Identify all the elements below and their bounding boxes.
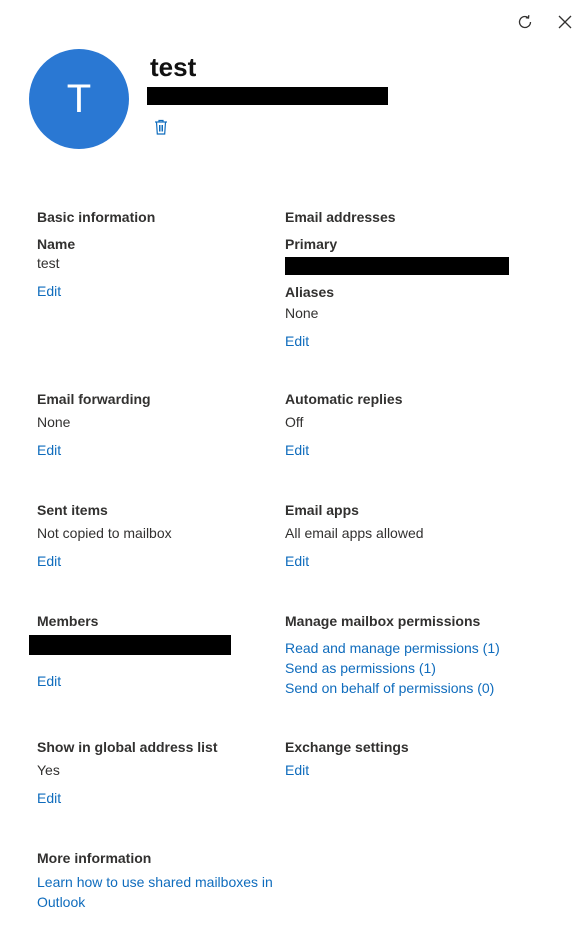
exchange-settings-section: Exchange settings Edit [285, 738, 535, 780]
section-heading: More information [37, 850, 152, 866]
learn-shared-mailboxes-link[interactable]: Learn how to use shared mailboxes in Out… [37, 872, 282, 912]
edit-email-addresses-link[interactable]: Edit [285, 331, 535, 351]
edit-exchange-settings-link[interactable]: Edit [285, 760, 535, 780]
email-addresses-section: Email addresses Primary [285, 208, 535, 253]
email-apps-section: Email apps All email apps allowed Edit [285, 501, 535, 571]
edit-global-address-list-link[interactable]: Edit [37, 788, 287, 808]
edit-automatic-replies-link[interactable]: Edit [285, 440, 535, 460]
aliases-value: None [285, 305, 319, 321]
section-heading: Email addresses [285, 209, 396, 225]
page-title: test [150, 52, 197, 82]
section-heading: Email apps [285, 502, 359, 518]
send-on-behalf-permissions-link[interactable]: Send on behalf of permissions (0) [285, 678, 555, 698]
avatar-initial: T [66, 76, 92, 121]
trash-icon[interactable] [152, 118, 170, 136]
members-section: Members [37, 612, 287, 630]
edit-sent-items-link[interactable]: Edit [37, 551, 287, 571]
email-forwarding-section: Email forwarding None Edit [37, 390, 287, 460]
basic-information-section: Basic information Name test Edit [37, 208, 287, 301]
sent-items-value: Not copied to mailbox [37, 525, 172, 541]
aliases-block: Aliases None Edit [285, 283, 535, 351]
section-heading: Email forwarding [37, 391, 151, 407]
redacted-primary-email [285, 257, 509, 275]
avatar: T [29, 49, 129, 149]
edit-email-apps-link[interactable]: Edit [285, 551, 535, 571]
members-edit-block: Edit [37, 671, 287, 691]
name-value: test [37, 255, 60, 271]
sent-items-section: Sent items Not copied to mailbox Edit [37, 501, 287, 571]
email-apps-value: All email apps allowed [285, 525, 424, 541]
more-information-section: More information Learn how to use shared… [37, 849, 282, 912]
edit-members-link[interactable]: Edit [37, 671, 287, 691]
automatic-replies-value: Off [285, 414, 304, 430]
global-address-list-section: Show in global address list Yes Edit [37, 738, 287, 808]
send-as-permissions-link[interactable]: Send as permissions (1) [285, 658, 555, 678]
redacted-email [147, 87, 388, 105]
redacted-members [29, 635, 231, 655]
read-manage-permissions-link[interactable]: Read and manage permissions (1) [285, 638, 555, 658]
section-heading: Sent items [37, 502, 108, 518]
section-heading: Exchange settings [285, 739, 409, 755]
section-heading: Basic information [37, 209, 156, 225]
email-forwarding-value: None [37, 414, 71, 430]
automatic-replies-section: Automatic replies Off Edit [285, 390, 535, 460]
refresh-icon[interactable] [513, 10, 537, 34]
name-label: Name [37, 236, 76, 252]
section-heading: Automatic replies [285, 391, 403, 407]
close-icon[interactable] [553, 10, 576, 34]
mailbox-permissions-section: Manage mailbox permissions Read and mana… [285, 612, 555, 698]
edit-email-forwarding-link[interactable]: Edit [37, 440, 287, 460]
section-heading: Show in global address list [37, 739, 218, 755]
primary-label: Primary [285, 236, 338, 252]
global-address-list-value: Yes [37, 762, 60, 778]
aliases-label: Aliases [285, 284, 335, 300]
section-heading: Manage mailbox permissions [285, 613, 481, 629]
section-heading: Members [37, 613, 99, 629]
edit-basic-information-link[interactable]: Edit [37, 281, 287, 301]
